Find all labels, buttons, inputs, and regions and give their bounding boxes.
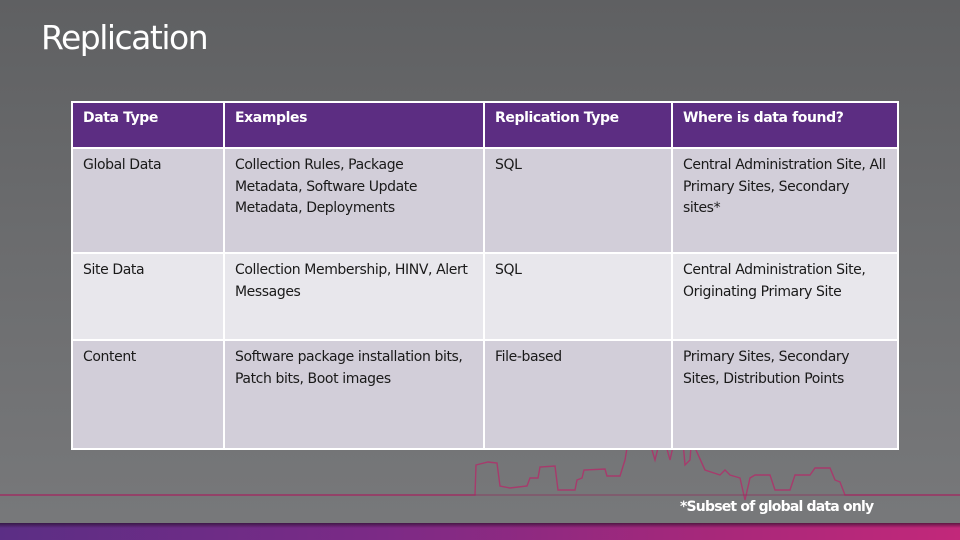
cell-location: Central Administration Site, All Primary…	[671, 147, 899, 254]
bottom-gradient-bar	[0, 523, 960, 540]
table-header-row: Data Type Examples Replication Type Wher…	[71, 101, 899, 149]
cell-examples: Software package installation bits, Patc…	[223, 339, 485, 450]
header-data-type: Data Type	[71, 101, 225, 149]
cell-replication-type: SQL	[483, 147, 673, 254]
cell-location: Central Administration Site, Originating…	[671, 252, 899, 341]
replication-table: Data Type Examples Replication Type Wher…	[71, 101, 899, 450]
cell-data-type: Site Data	[71, 252, 225, 341]
cell-data-type: Global Data	[71, 147, 225, 254]
table-row: Global Data Collection Rules, Package Me…	[71, 147, 899, 254]
header-replication-type: Replication Type	[483, 101, 673, 149]
table-row: Site Data Collection Membership, HINV, A…	[71, 252, 899, 341]
header-examples: Examples	[223, 101, 485, 149]
cell-replication-type: File-based	[483, 339, 673, 450]
cell-location: Primary Sites, Secondary Sites, Distribu…	[671, 339, 899, 450]
header-location: Where is data found?	[671, 101, 899, 149]
cell-examples: Collection Membership, HINV, Alert Messa…	[223, 252, 485, 341]
table-row: Content Software package installation bi…	[71, 339, 899, 450]
cell-examples: Collection Rules, Package Metadata, Soft…	[223, 147, 485, 254]
slide-title: Replication	[41, 18, 209, 57]
cell-replication-type: SQL	[483, 252, 673, 341]
footnote: *Subset of global data only	[680, 499, 874, 515]
cell-data-type: Content	[71, 339, 225, 450]
